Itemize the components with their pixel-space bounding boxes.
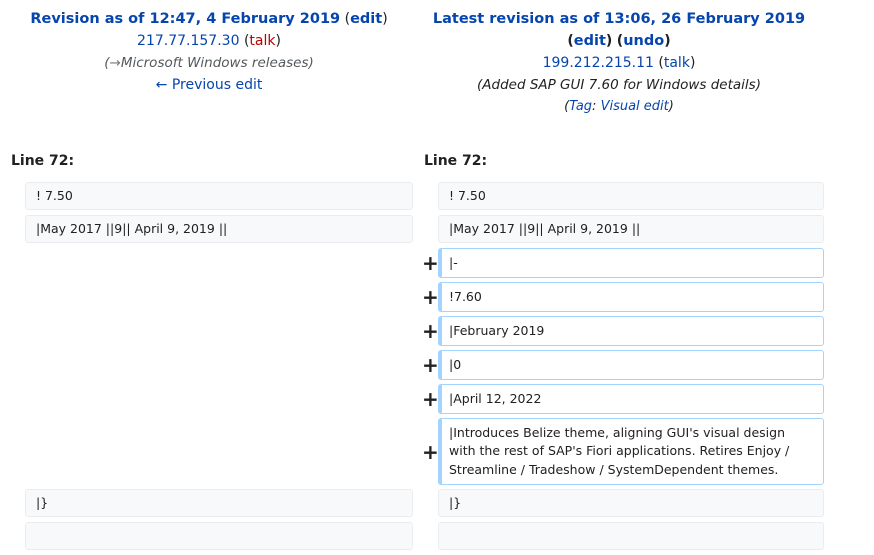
context-line-left: ! 7.50 <box>25 182 413 210</box>
context-line-left <box>25 522 413 550</box>
line-number-left: Line 72: <box>11 153 75 169</box>
context-line-right: ! 7.50 <box>438 182 824 210</box>
added-line: |- <box>438 248 824 278</box>
tag-value-link[interactable]: Visual edit <box>601 99 669 114</box>
tag-link[interactable]: Tag <box>569 99 592 114</box>
old-revision-summary-text: Microsoft Windows releases <box>120 55 309 71</box>
added-line: |April 12, 2022 <box>438 384 824 414</box>
context-line-right <box>438 522 824 550</box>
new-revision-summary: (Added SAP GUI 7.60 for Windows details) <box>477 77 761 93</box>
old-revision-header: Revision as of 12:47, 4 February 2019 (e… <box>0 8 418 96</box>
new-revision-header: Latest revision as of 13:06, 26 February… <box>419 8 819 118</box>
new-revision-title-link[interactable]: Latest revision as of 13:06, 26 February… <box>433 11 805 27</box>
added-line-marker: + <box>422 285 439 309</box>
old-revision-talk-link[interactable]: talk <box>249 33 275 49</box>
context-line-left: |} <box>25 489 413 517</box>
context-line-left: |May 2017 ||9|| April 9, 2019 || <box>25 215 413 243</box>
old-revision-user-link[interactable]: 217.77.157.30 <box>137 33 239 49</box>
added-line-marker: + <box>422 440 439 464</box>
added-line: |Introduces Belize theme, aligning GUI's… <box>438 418 824 485</box>
old-revision-summary: (→Microsoft Windows releases) <box>104 55 314 71</box>
line-number-right: Line 72: <box>424 153 488 169</box>
added-line: |0 <box>438 350 824 380</box>
added-line-marker: + <box>422 387 439 411</box>
old-revision-edit-link[interactable]: edit <box>350 11 382 27</box>
added-line-marker: + <box>422 353 439 377</box>
undo-link[interactable]: undo <box>623 33 664 49</box>
new-revision-edit-link[interactable]: edit <box>574 33 606 49</box>
context-line-right: |May 2017 ||9|| April 9, 2019 || <box>438 215 824 243</box>
revision-tag: (Tag: Visual edit) <box>564 99 674 114</box>
added-line-marker: + <box>422 251 439 275</box>
added-line: !7.60 <box>438 282 824 312</box>
previous-edit-link[interactable]: ← Previous edit <box>156 77 263 93</box>
old-revision-title-link[interactable]: Revision as of 12:47, 4 February 2019 <box>30 11 340 27</box>
section-arrow-link[interactable]: → <box>110 55 121 71</box>
new-revision-talk-link[interactable]: talk <box>664 55 690 71</box>
added-line-marker: + <box>422 319 439 343</box>
new-revision-user-link[interactable]: 199.212.215.11 <box>543 55 654 71</box>
added-line: |February 2019 <box>438 316 824 346</box>
bracket-close: ) <box>382 11 388 27</box>
context-line-right: |} <box>438 489 824 517</box>
